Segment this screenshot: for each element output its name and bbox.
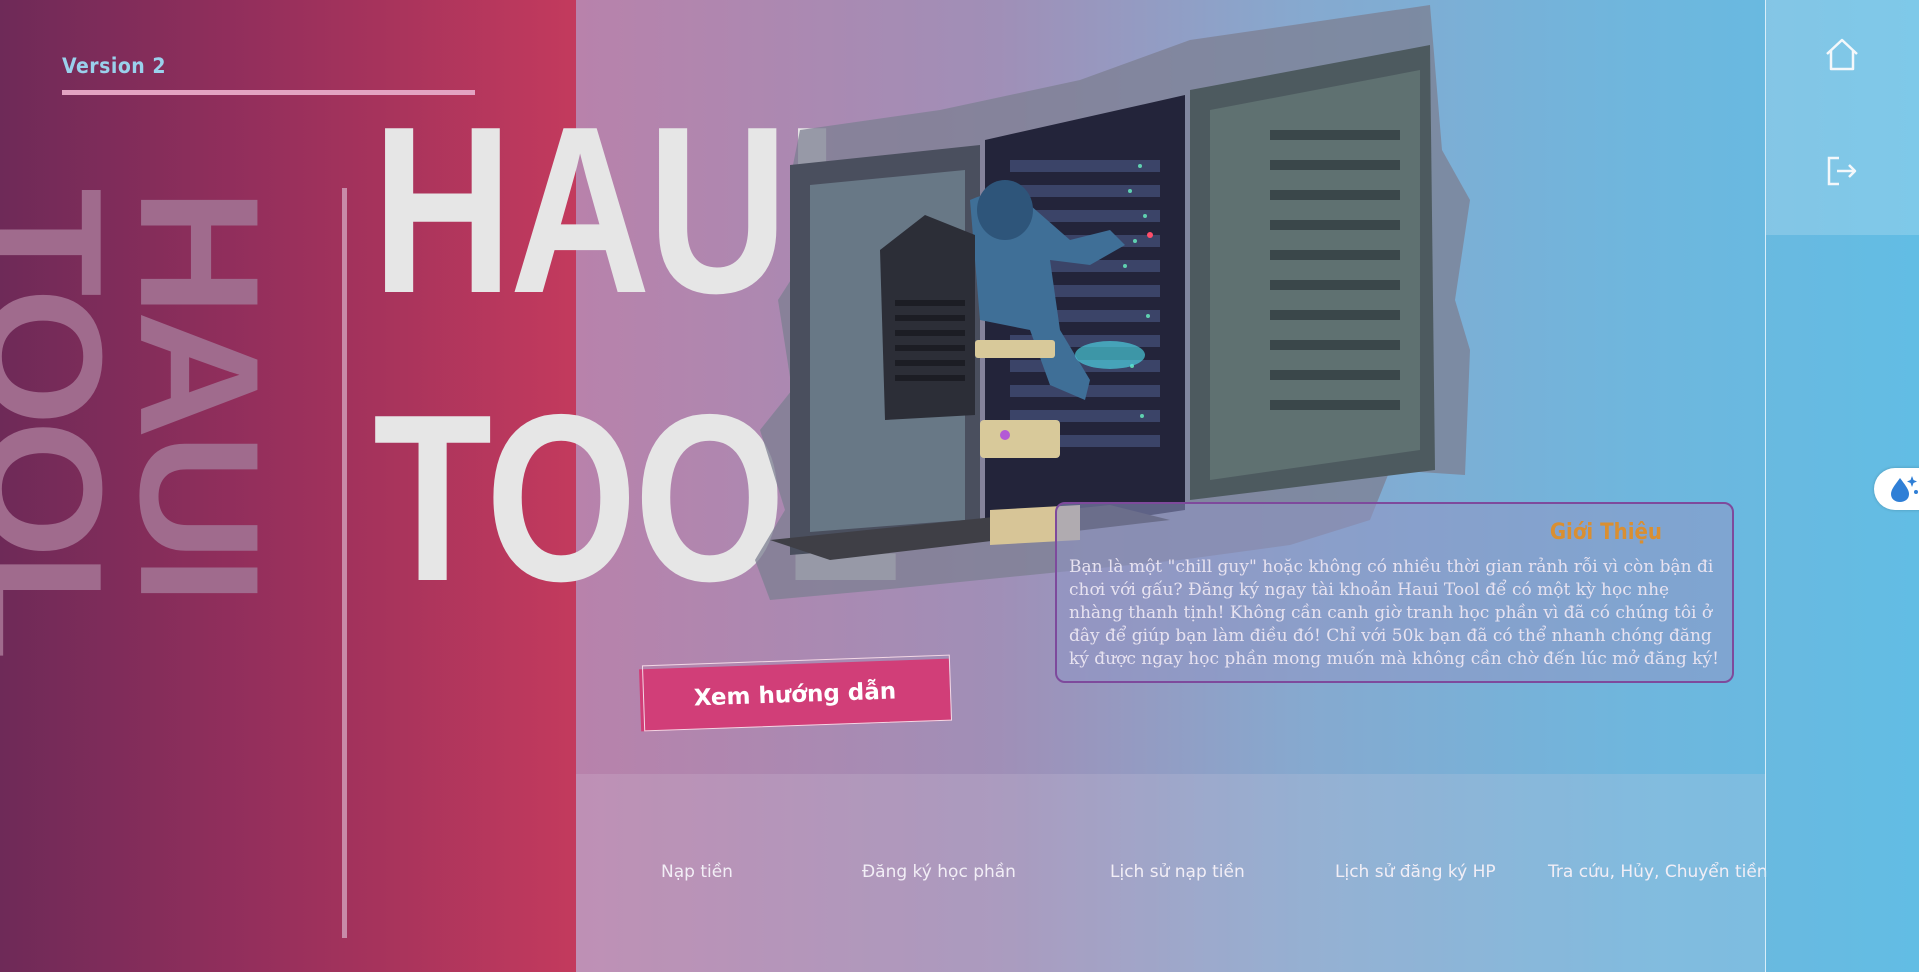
intro-card: Giới Thiệu Bạn là một "chill guy" hoặc k… (1055, 502, 1734, 683)
floating-action-button[interactable] (1874, 468, 1919, 510)
nav-registration-history[interactable]: Lịch sử đăng ký HP (1335, 862, 1496, 882)
version-label: Version 2 (62, 54, 166, 78)
water-drop-sparkle-icon (1891, 476, 1918, 502)
logout-icon[interactable] (1821, 150, 1863, 192)
vertical-brand-text: HAUI TOOL (0, 188, 295, 656)
nav-lookup-cancel-transfer[interactable]: Tra cứu, Hủy, Chuyển tiền (1548, 862, 1768, 882)
nav-deposit[interactable]: Nạp tiền (661, 862, 733, 882)
home-icon[interactable] (1821, 34, 1863, 76)
intro-text: Bạn là một "chill guy" hoặc không có nhi… (1069, 557, 1719, 669)
guide-button-frame (641, 654, 953, 732)
nav-deposit-history[interactable]: Lịch sử nạp tiền (1110, 862, 1245, 882)
nav-register-course[interactable]: Đăng ký học phần (862, 862, 1016, 882)
guide-button-wrapper: Xem hướng dẫn (639, 654, 954, 734)
intro-title: Giới Thiệu (1549, 520, 1662, 545)
vertical-divider (342, 188, 347, 938)
